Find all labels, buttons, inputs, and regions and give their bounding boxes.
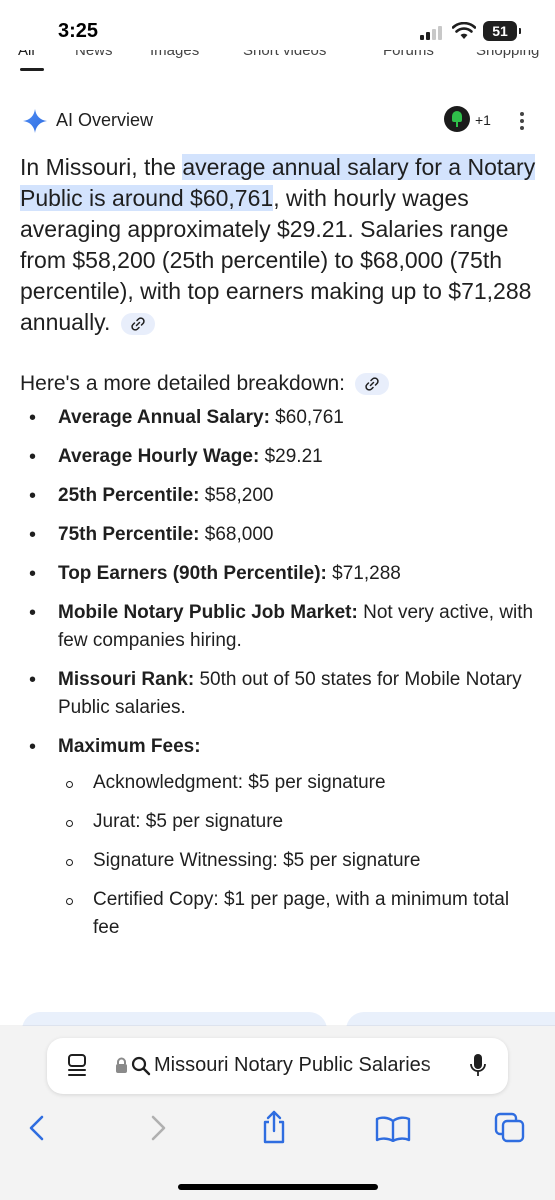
sparkle-icon: [23, 109, 47, 133]
status-time: 3:25: [58, 20, 99, 42]
ai-overview-body: In Missouri, the average annual salary f…: [20, 152, 540, 953]
bookmarks-icon[interactable]: [375, 1116, 411, 1142]
fee-item: Signature Witnessing: $5 per signature: [58, 847, 540, 875]
fees-list: Acknowledgment: $5 per signature Jurat: …: [58, 769, 540, 942]
list-item: 75th Percentile: $68,000: [20, 521, 540, 549]
tab-shopping[interactable]: Shopping: [476, 50, 539, 59]
home-indicator: [178, 1184, 378, 1190]
list-item: 25th Percentile: $58,200: [20, 482, 540, 510]
browser-toolbar: Missouri Notary Public Salaries: [0, 1026, 555, 1200]
tab-short-videos[interactable]: Short videos: [243, 50, 326, 59]
tab-all[interactable]: All: [18, 50, 35, 59]
address-text[interactable]: Missouri Notary Public Salaries: [154, 1054, 454, 1077]
list-item: Maximum Fees: Acknowledgment: $5 per sig…: [20, 733, 540, 942]
address-bar[interactable]: Missouri Notary Public Salaries: [47, 1038, 508, 1094]
list-item: Mobile Notary Public Job Market: Not ver…: [20, 599, 540, 655]
ai-overview-header: AI Overview +1: [22, 106, 532, 134]
more-options-icon[interactable]: [516, 110, 528, 132]
source-link-button[interactable]: [354, 373, 389, 396]
share-icon[interactable]: [260, 1110, 288, 1144]
fee-item: Jurat: $5 per signature: [58, 808, 540, 836]
fee-item: Certified Copy: $1 per page, with a mini…: [58, 886, 540, 942]
list-item: Top Earners (90th Percentile): $71,288: [20, 560, 540, 588]
tab-news[interactable]: News: [75, 50, 113, 59]
wifi-icon: [452, 22, 476, 39]
link-icon: [131, 317, 145, 331]
contributors-count[interactable]: +1: [475, 112, 491, 128]
overview-summary: In Missouri, the average annual salary f…: [20, 152, 540, 338]
fee-item: Acknowledgment: $5 per signature: [58, 769, 540, 797]
active-tab-indicator: [20, 68, 44, 71]
list-item: Average Hourly Wage: $29.21: [20, 443, 540, 471]
microphone-icon[interactable]: [470, 1053, 486, 1079]
link-icon: [365, 377, 379, 392]
source-link-button[interactable]: [120, 312, 155, 335]
back-icon[interactable]: [27, 1114, 47, 1142]
search-tabs: All News Images Short videos Forums Shop…: [0, 50, 555, 72]
forward-icon[interactable]: [148, 1114, 168, 1142]
breakdown-list: Average Annual Salary: $60,761 Average H…: [20, 404, 540, 942]
page-menu-icon[interactable]: [67, 1054, 89, 1078]
tab-forums[interactable]: Forums: [383, 50, 434, 59]
breakdown-heading: Here's a more detailed breakdown:: [20, 370, 540, 398]
battery-indicator: 51: [483, 21, 521, 41]
tab-images[interactable]: Images: [150, 50, 199, 59]
lock-icon: [116, 1057, 127, 1073]
contributor-avatar[interactable]: [444, 106, 470, 132]
list-item: Missouri Rank: 50th out of 50 states for…: [20, 666, 540, 722]
tabs-icon[interactable]: [494, 1112, 526, 1144]
ai-overview-title: AI Overview: [56, 110, 154, 130]
list-item: Average Annual Salary: $60,761: [20, 404, 540, 432]
signal-icon: [420, 24, 446, 40]
summary-intro: In Missouri, the: [20, 154, 183, 180]
search-icon: [131, 1056, 151, 1076]
